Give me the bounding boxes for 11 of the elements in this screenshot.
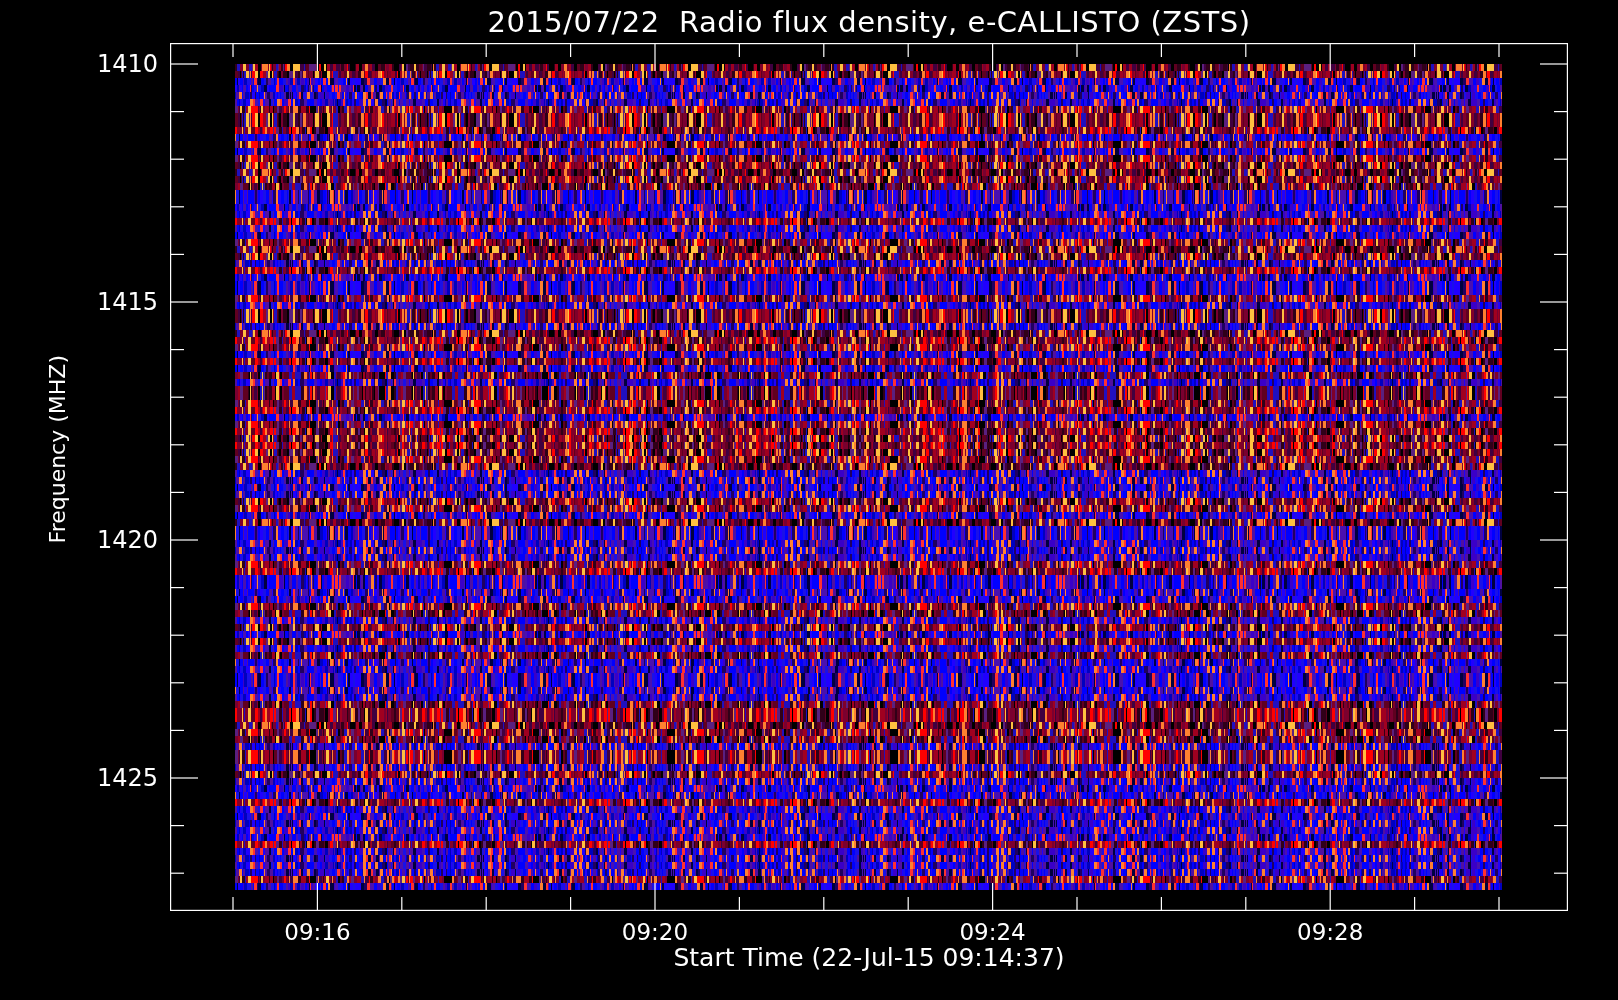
- x-tick-label: 09:24: [959, 919, 1026, 945]
- y-tick-label: 1420: [96, 526, 158, 554]
- x-tick-label: 09:28: [1297, 919, 1364, 945]
- y-tick-label: 1410: [96, 50, 158, 78]
- x-tick-label: 09:16: [284, 919, 351, 945]
- x-axis-label: Start Time (22-Jul-15 09:14:37): [673, 943, 1065, 972]
- y-tick-label: 1415: [96, 288, 158, 316]
- chart-title: 2015/07/22 Radio flux density, e-CALLISTO (ZSTS): [487, 4, 1251, 39]
- y-axis-label: Frequency (MHZ): [45, 355, 70, 544]
- y-tick-label: 1425: [96, 764, 158, 792]
- x-tick-label: 09:20: [621, 919, 689, 945]
